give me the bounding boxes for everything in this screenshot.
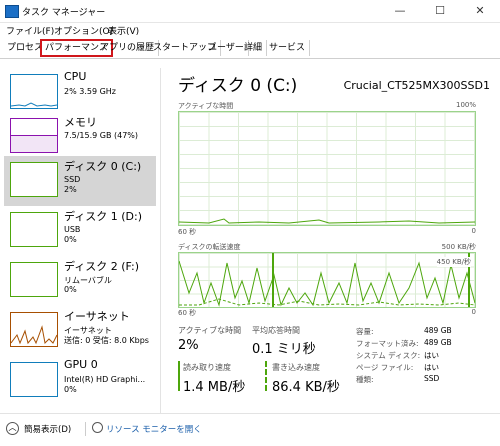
- fewer-details-link[interactable]: 簡易表示(D): [24, 423, 71, 435]
- disk-model: Crucial_CT525MX300SSD1: [343, 79, 490, 92]
- prop-page-file-key: ページ ファイル:: [356, 363, 414, 372]
- gpu-thumbnail-graph: [10, 362, 58, 397]
- sidebar-disk1-line1: USB: [64, 225, 81, 234]
- graph2-max: 500 KB/秒: [441, 243, 476, 251]
- sidebar-memory-line1: 7.5/15.9 GB (47%): [64, 131, 139, 140]
- sidebar-disk2-line2: 0%: [64, 285, 77, 294]
- tab-bar: プロセス パフォーマンス アプリの履歴 スタートアップ ユーザー 詳細 サービス: [0, 38, 500, 59]
- sidebar-item-ethernet[interactable]: イーサネット イーサネット 送信: 0 受信: 8.0 Kbps: [4, 306, 156, 356]
- sidebar-gpu-line1: Intel(R) HD Graphi...: [64, 375, 146, 384]
- graph1-max: 100%: [455, 101, 476, 109]
- active-time-label: アクティブな時間: [178, 326, 242, 335]
- write-indicator: [265, 361, 269, 391]
- sidebar-gpu-name: GPU 0: [64, 358, 98, 371]
- sidebar-item-disk0[interactable]: ディスク 0 (C:) SSD 2%: [4, 156, 156, 206]
- disk2-thumbnail-graph: [10, 262, 58, 297]
- page-title: ディスク 0 (C:): [178, 76, 298, 96]
- active-time-graph: [178, 111, 476, 226]
- sidebar-memory-name: メモリ: [64, 116, 97, 129]
- disk-detail-panel: ディスク 0 (C:) Crucial_CT525MX300SSD1 アクティブ…: [168, 68, 498, 413]
- prop-type-key: 種類:: [356, 375, 374, 384]
- menu-view[interactable]: 表示(V): [108, 24, 139, 37]
- write-speed-label: 書き込み速度: [272, 363, 320, 372]
- sidebar-disk1-name: ディスク 1 (D:): [64, 210, 142, 223]
- tab-details[interactable]: 詳細: [240, 40, 268, 56]
- disk0-thumbnail-graph: [10, 162, 58, 197]
- memory-thumbnail-graph: [10, 118, 58, 153]
- task-manager-icon: [5, 5, 19, 18]
- sidebar-ethernet-name: イーサネット: [64, 310, 130, 323]
- sidebar-cpu-name: CPU: [64, 70, 87, 83]
- graph1-min: 0: [471, 227, 476, 235]
- prop-page-file-value: はい: [424, 363, 439, 372]
- footer: ︿ 簡易表示(D) リソース モニターを開く: [0, 413, 500, 446]
- resource-monitor-icon[interactable]: [92, 422, 103, 433]
- sidebar-disk2-name: ディスク 2 (F:): [64, 260, 139, 273]
- response-time-value: 0.1 ミリ秒: [252, 342, 316, 357]
- ethernet-thumbnail-graph: [10, 312, 58, 347]
- sidebar-cpu-line1: 2% 3.59 GHz: [64, 87, 117, 96]
- response-time-label: 平均応答時間: [252, 326, 300, 335]
- sidebar-disk0-name: ディスク 0 (C:): [64, 160, 142, 173]
- sidebar-item-disk1[interactable]: ディスク 1 (D:) USB 0%: [4, 206, 156, 256]
- divider: [85, 422, 86, 436]
- disk1-thumbnail-graph: [10, 212, 58, 247]
- graph2-mid: 450 KB/秒: [436, 257, 471, 267]
- close-icon[interactable]: ✕: [460, 0, 500, 22]
- tab-services[interactable]: サービス: [265, 40, 311, 56]
- maximize-icon[interactable]: ☐: [420, 0, 460, 22]
- sidebar-gpu-line2: 0%: [64, 385, 77, 394]
- minimize-icon[interactable]: —: [380, 0, 420, 22]
- prop-system-disk-value: はい: [424, 351, 439, 360]
- prop-capacity-value: 489 GB: [424, 326, 452, 335]
- sidebar-disk1-line2: 0%: [64, 235, 77, 244]
- sidebar-item-cpu[interactable]: CPU 2% 3.59 GHz: [4, 68, 156, 118]
- sidebar-disk0-line2: 2%: [64, 185, 77, 194]
- sidebar-ethernet-line2: 送信: 0 受信: 8.0 Kbps: [64, 336, 149, 345]
- graph1-label: アクティブな時間: [178, 102, 234, 110]
- prop-type-value: SSD: [424, 374, 440, 383]
- menu-options[interactable]: オプション(O): [54, 24, 113, 37]
- sidebar-item-gpu[interactable]: GPU 0 Intel(R) HD Graphi... 0%: [4, 356, 156, 406]
- graph2-label: ディスクの転送速度: [178, 243, 241, 251]
- cpu-thumbnail-graph: [10, 74, 58, 109]
- prop-formatted-key: フォーマット済み:: [356, 339, 419, 348]
- prop-system-disk-key: システム ディスク:: [356, 351, 421, 360]
- title-bar: タスク マネージャー — ☐ ✕: [0, 0, 500, 23]
- graph2-time: 60 秒: [178, 309, 197, 317]
- graph2-min: 0: [471, 308, 476, 316]
- chevron-up-icon[interactable]: ︿: [6, 422, 19, 435]
- menu-bar: ファイル(F) オプション(O) 表示(V): [0, 22, 500, 38]
- read-speed-label: 読み取り速度: [183, 363, 231, 372]
- sidebar-item-memory[interactable]: メモリ 7.5/15.9 GB (47%): [4, 112, 156, 162]
- read-speed-value: 1.4 MB/秒: [183, 380, 246, 395]
- open-resource-monitor-link[interactable]: リソース モニターを開く: [106, 423, 202, 435]
- prop-capacity-key: 容量:: [356, 327, 374, 336]
- active-time-value: 2%: [178, 338, 199, 353]
- prop-formatted-value: 489 GB: [424, 338, 452, 347]
- resource-sidebar: CPU 2% 3.59 GHz メモリ 7.5/15.9 GB (47%) ディ…: [0, 68, 161, 413]
- sidebar-disk0-line1: SSD: [64, 175, 81, 184]
- menu-file[interactable]: ファイル(F): [6, 24, 54, 37]
- write-speed-value: 86.4 KB/秒: [272, 380, 340, 395]
- window-title: タスク マネージャー: [22, 8, 106, 18]
- sidebar-item-disk2[interactable]: ディスク 2 (F:) リムーバブル 0%: [4, 256, 156, 306]
- graph1-time: 60 秒: [178, 228, 197, 236]
- transfer-rate-graph: 450 KB/秒: [178, 252, 476, 308]
- read-indicator: [178, 361, 180, 391]
